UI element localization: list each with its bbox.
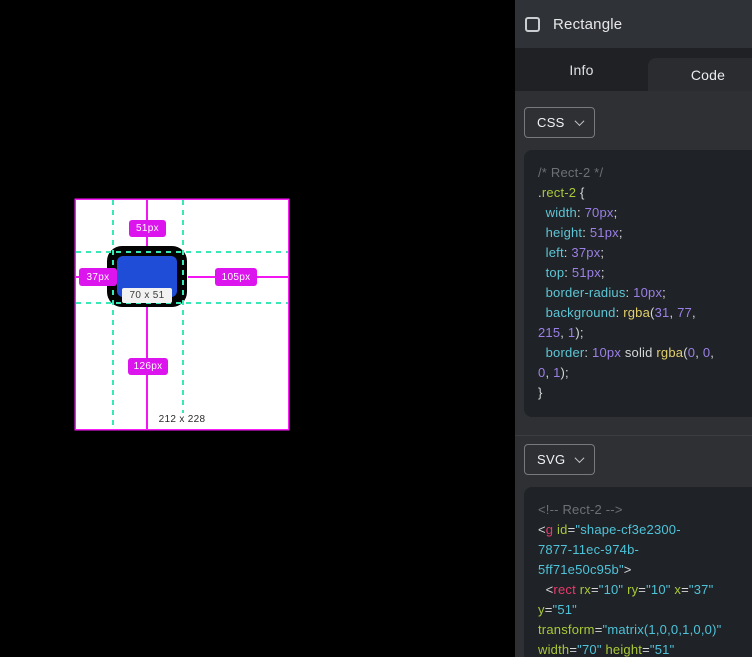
artboard-size-badge: 212 x 228 [155,413,210,426]
measure-badge-left: 37px [79,268,117,286]
selection-title: Rectangle [553,16,622,33]
svg-code-block: <!-- Rect-2 --><g id="shape-cf3e2300-787… [524,487,752,657]
artboard[interactable]: 51px 37px 105px 126px 70 x 51 212 x 228 [76,200,288,429]
css-language-select[interactable]: CSS [524,107,595,138]
selection-checkbox[interactable] [525,17,540,32]
guide-dashed-right [182,200,184,429]
guide-dashed-bottom [76,302,288,304]
css-language-select-value: CSS [537,115,565,130]
design-canvas[interactable]: 51px 37px 105px 126px 70 x 51 212 x 228 [0,0,515,657]
css-code-block: /* Rect-2 */.rect-2 { width: 70px; heigh… [524,150,752,417]
shape-size-badge: 70 x 51 [122,288,172,303]
svg-section: SVG <!-- Rect-2 --><g id="shape-cf3e2300… [515,436,752,657]
css-section: CSS /* Rect-2 */.rect-2 { width: 70px; h… [515,91,752,435]
chevron-down-icon [575,116,585,126]
guide-dashed-left [112,200,114,429]
app-window: 51px 37px 105px 126px 70 x 51 212 x 228 … [0,0,752,657]
svg-language-select-value: SVG [537,452,565,467]
measure-badge-bottom: 126px [128,358,168,375]
guide-dashed-top [76,251,288,253]
selection-header: Rectangle [515,0,752,48]
measure-badge-top: 51px [129,220,166,237]
measure-badge-right: 105px [215,268,257,286]
tab-info[interactable]: Info [515,48,648,91]
tab-info-label: Info [569,62,593,78]
tab-code-label: Code [691,67,725,83]
tab-code[interactable]: Code [648,58,752,91]
svg-language-select[interactable]: SVG [524,444,595,475]
inspector-tabs: Info Code [515,48,752,91]
chevron-down-icon [575,453,585,463]
inspector-panel: Rectangle Info Code CSS /* Rect-2 */.rec… [515,0,752,657]
